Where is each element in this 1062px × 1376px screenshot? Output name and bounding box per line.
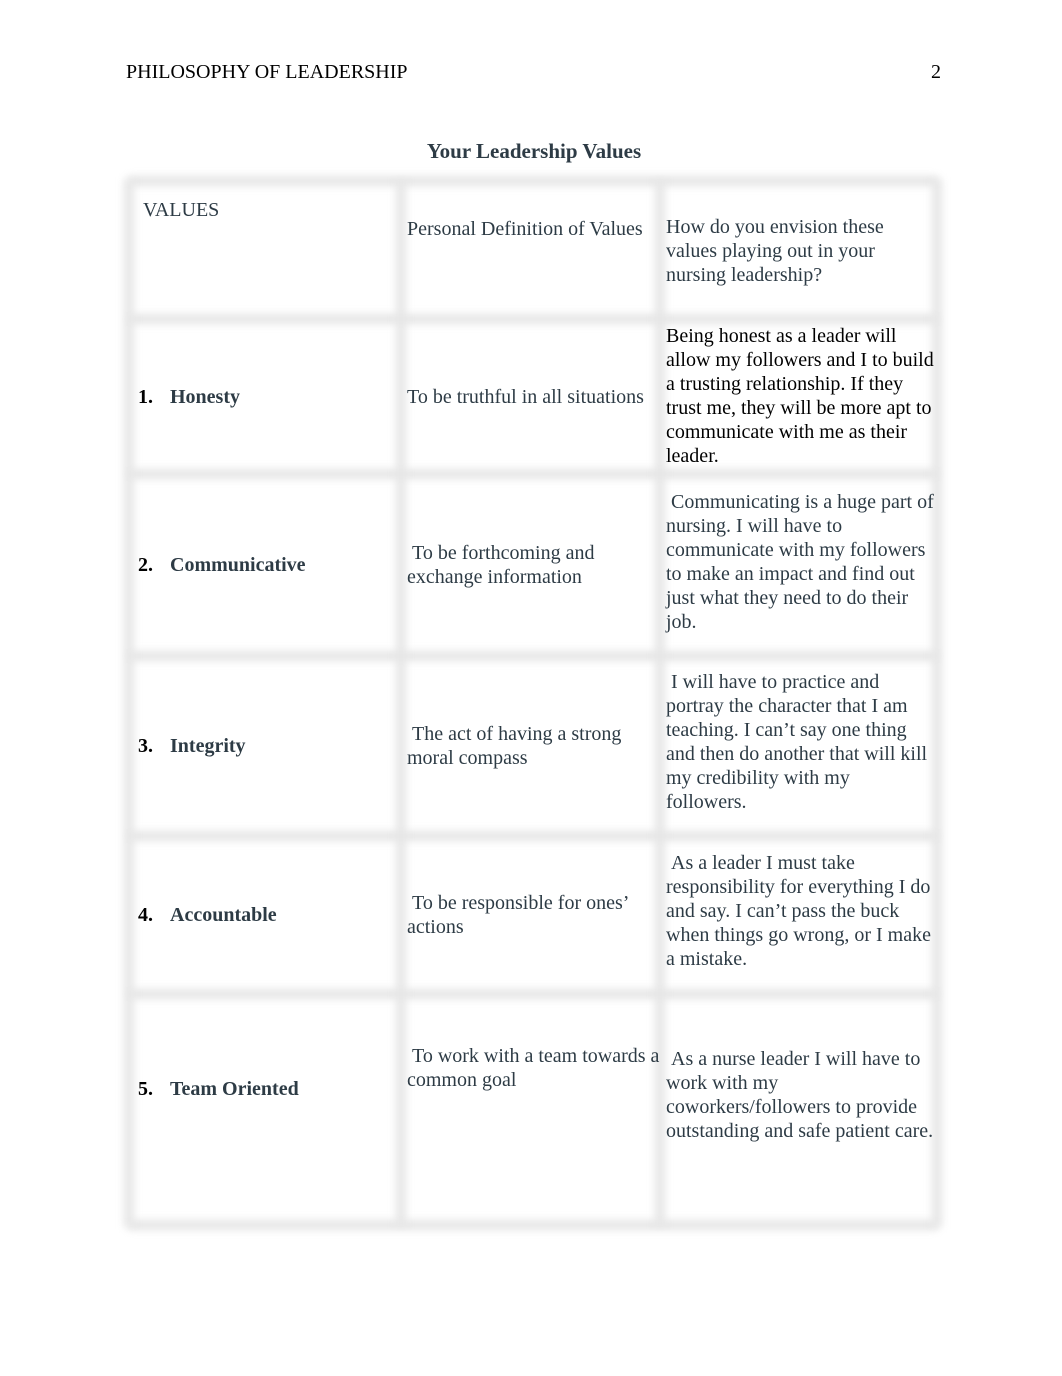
envision-honesty: Being honest as a leader will allow my f…: [666, 325, 934, 467]
row-divider: [128, 469, 938, 479]
leadership-values-table: VALUES Personal Definition of Values How…: [124, 176, 942, 1230]
row-divider: [128, 314, 938, 324]
running-head-title: PHILOSOPHY OF LEADERSHIP: [126, 61, 408, 83]
envision-communicative: Communicating is a huge part of nursing.…: [666, 491, 934, 633]
value-team-oriented: 5. Team Oriented: [138, 999, 299, 1179]
header-definition: Personal Definition of Values: [407, 218, 643, 240]
definition-text: To be responsible for ones’ actions: [407, 892, 633, 938]
row-number: 3.: [138, 735, 153, 757]
row-number: 5.: [138, 1078, 153, 1100]
row-divider: [128, 651, 938, 661]
value-honesty: 1. Honesty: [138, 324, 240, 469]
row-divider: [128, 831, 938, 841]
header-envision: How do you envision these values playing…: [666, 216, 884, 286]
table-title: Your Leadership Values: [426, 139, 642, 163]
row-divider: [128, 989, 938, 999]
value-name: Team Oriented: [170, 1078, 299, 1100]
value-name: Integrity: [170, 735, 246, 757]
envision-integrity: I will have to practice and portray the …: [666, 671, 933, 813]
value-accountable: 4. Accountable: [138, 841, 277, 989]
value-integrity: 3. Integrity: [138, 661, 246, 831]
definition-honesty: To be truthful in all situations: [407, 324, 659, 469]
definition-text: The act of having a strong moral compass: [407, 723, 627, 769]
table-border-bottom: [128, 1220, 938, 1230]
definition-communicative: To be forthcoming and exchange informati…: [407, 479, 637, 651]
column-divider: [396, 180, 406, 1226]
value-name: Accountable: [170, 904, 277, 926]
value-name: Communicative: [170, 554, 306, 576]
definition-integrity: The act of having a strong moral compass: [407, 661, 647, 831]
definition-text: To be truthful in all situations: [407, 385, 644, 408]
table-border-top: [128, 176, 938, 186]
value-name: Honesty: [170, 385, 240, 408]
envision-team-oriented: As a nurse leader I will have to work wi…: [666, 1048, 934, 1142]
row-number: 1.: [138, 385, 153, 408]
definition-team-oriented: To work with a team towards a common goa…: [407, 1045, 665, 1091]
header-values: VALUES: [143, 199, 220, 221]
row-number: 4.: [138, 904, 153, 926]
definition-text: To be forthcoming and exchange informati…: [407, 542, 600, 588]
envision-accountable: As a leader I must take responsibility f…: [666, 852, 931, 970]
value-communicative: 2. Communicative: [138, 479, 306, 651]
definition-accountable: To be responsible for ones’ actions: [407, 841, 647, 989]
running-head: PHILOSOPHY OF LEADERSHIP 2: [126, 61, 941, 84]
row-number: 2.: [138, 554, 153, 576]
page-number: 2: [931, 61, 941, 83]
table-border-left: [124, 180, 134, 1226]
